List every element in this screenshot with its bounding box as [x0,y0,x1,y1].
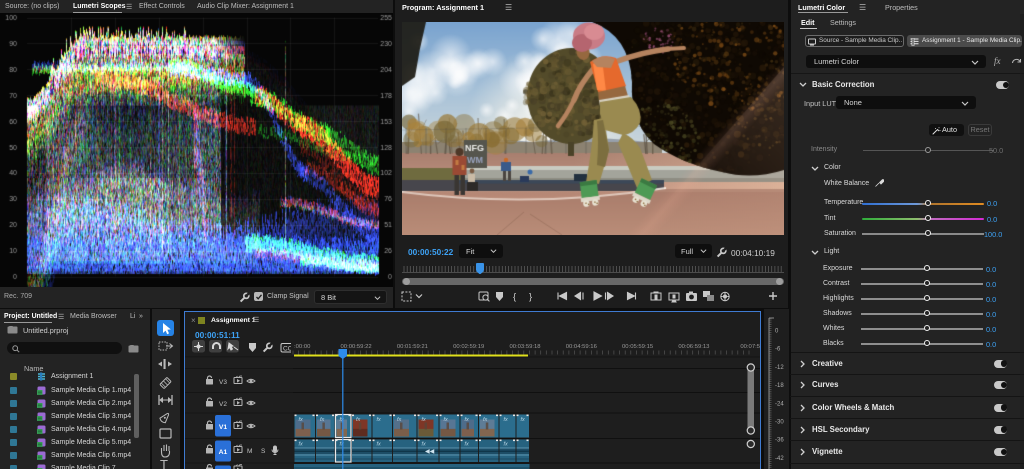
svg-text:fx: fx [422,442,427,448]
svg-text:00:03:59:18: 00:03:59:18 [509,344,541,350]
svg-text:fx: fx [444,417,449,423]
svg-text:00:04:59:16: 00:04:59:16 [566,344,598,350]
svg-text:fx: fx [465,442,470,448]
svg-text:fx: fx [422,417,427,423]
svg-text:fx: fx [397,417,402,423]
svg-text:00:01:59:21: 00:01:59:21 [397,344,428,350]
svg-text:00:02:59:19: 00:02:59:19 [453,344,484,350]
svg-text:0: 0 [775,329,779,335]
svg-text:fx: fx [377,417,382,423]
svg-text:-36: -36 [775,438,784,444]
svg-text:fx: fx [504,442,509,448]
svg-text:-6: -6 [775,347,781,353]
svg-text:fx: fx [521,417,526,423]
svg-text:{: { [513,292,516,303]
svg-text:-30: -30 [775,420,784,426]
svg-text:fx: fx [483,417,488,423]
svg-text:fx: fx [299,442,304,448]
svg-text:-24: -24 [775,401,784,407]
svg-text:S: S [261,448,266,455]
svg-text:-42: -42 [775,456,784,462]
svg-text::00:00: :00:00 [294,344,311,350]
svg-text:◀◀: ◀◀ [425,449,435,455]
svg-text:00:06:59:13: 00:06:59:13 [678,344,710,350]
svg-text:fx: fx [299,417,304,423]
svg-text:fx: fx [504,417,509,423]
svg-text:}: } [529,292,532,303]
svg-text:-12: -12 [775,365,784,371]
svg-text:V1: V1 [219,424,228,431]
svg-text:M: M [247,448,252,455]
svg-text:V3: V3 [219,379,227,386]
svg-text:fx: fx [320,417,325,423]
svg-text:T: T [160,457,168,469]
svg-text:fx: fx [465,417,470,423]
svg-text:V2: V2 [219,401,227,408]
svg-text:00:07:5: 00:07:5 [740,344,760,350]
svg-text:fx: fx [356,417,361,423]
svg-text:A1: A1 [219,449,228,456]
svg-text:fx: fx [377,442,382,448]
svg-text:-18: -18 [775,383,784,389]
svg-text:00:05:59:15: 00:05:59:15 [622,344,654,350]
